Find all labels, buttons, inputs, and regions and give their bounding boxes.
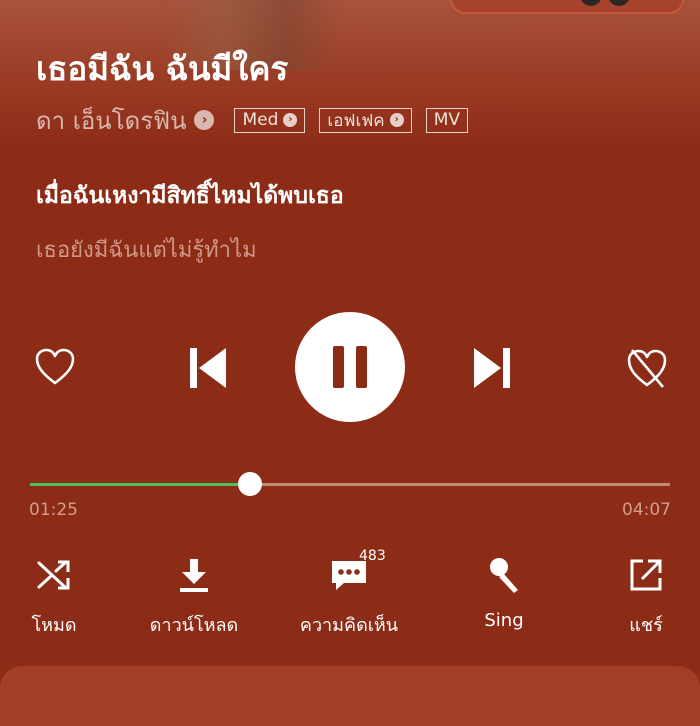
- share-label: แชร์: [629, 615, 663, 636]
- chevron-right-icon: ›: [283, 113, 298, 127]
- elapsed-time: 01:25: [29, 500, 78, 520]
- like-heart-icon[interactable]: [34, 346, 76, 388]
- comments-label: ความคิดเห็น: [299, 615, 399, 636]
- comment-count-badge: 483: [359, 548, 386, 564]
- download-icon: [134, 552, 254, 598]
- comment-icon: 483: [289, 548, 409, 598]
- comments-button[interactable]: 483 ความคิดเห็น: [289, 548, 409, 639]
- download-label: ดาวน์โหลด: [149, 615, 239, 636]
- chevron-right-icon: ›: [389, 113, 404, 127]
- tag-label: MV: [433, 110, 460, 130]
- lyric-next-line[interactable]: เธอยังมีฉันแต่ไม่รู้ทำไม: [36, 232, 257, 267]
- top-pill-dot: [608, 0, 630, 6]
- progress-fill: [30, 483, 251, 486]
- pause-icon: [333, 346, 367, 388]
- progress-bar[interactable]: [30, 472, 670, 496]
- mode-label: โหมด: [31, 615, 77, 636]
- sing-label: Sing: [484, 610, 524, 631]
- tag-label: เอฟเฟค: [327, 110, 385, 131]
- bottom-sheet-panel[interactable]: [0, 666, 700, 726]
- sing-button[interactable]: Sing: [444, 552, 564, 631]
- tag-effect[interactable]: เอฟเฟค ›: [319, 107, 412, 133]
- top-control-pill[interactable]: [450, 0, 684, 14]
- download-button[interactable]: ดาวน์โหลด: [134, 552, 254, 639]
- shuffle-icon: [0, 552, 114, 598]
- tag-mv[interactable]: MV: [425, 107, 468, 133]
- song-meta-row: ดา เอ็นโดรฟิน › Med › เอฟเฟค › MV: [36, 104, 468, 136]
- previous-track-icon[interactable]: [186, 346, 230, 390]
- lyric-current-line[interactable]: เมื่อฉันเหงามีสิทธิ์ไหมได้พบเธอ: [36, 178, 344, 214]
- microphone-icon: [444, 552, 564, 598]
- artist-link[interactable]: ดา เอ็นโดรฟิน: [36, 101, 186, 140]
- share-button[interactable]: แชร์: [586, 552, 700, 639]
- tag-label: Med: [242, 110, 279, 130]
- chevron-right-icon[interactable]: ›: [194, 110, 215, 130]
- top-pill-dot: [580, 0, 602, 6]
- song-title: เธอมีฉัน ฉันมีใคร: [36, 49, 289, 88]
- next-track-icon[interactable]: [470, 346, 514, 390]
- progress-knob[interactable]: [238, 472, 263, 496]
- dislike-heart-icon[interactable]: [624, 346, 670, 390]
- total-duration: 04:07: [622, 500, 671, 520]
- share-external-icon: [586, 552, 700, 598]
- pause-button[interactable]: [295, 312, 405, 422]
- mode-button[interactable]: โหมด: [0, 552, 114, 639]
- tag-med[interactable]: Med ›: [234, 107, 306, 133]
